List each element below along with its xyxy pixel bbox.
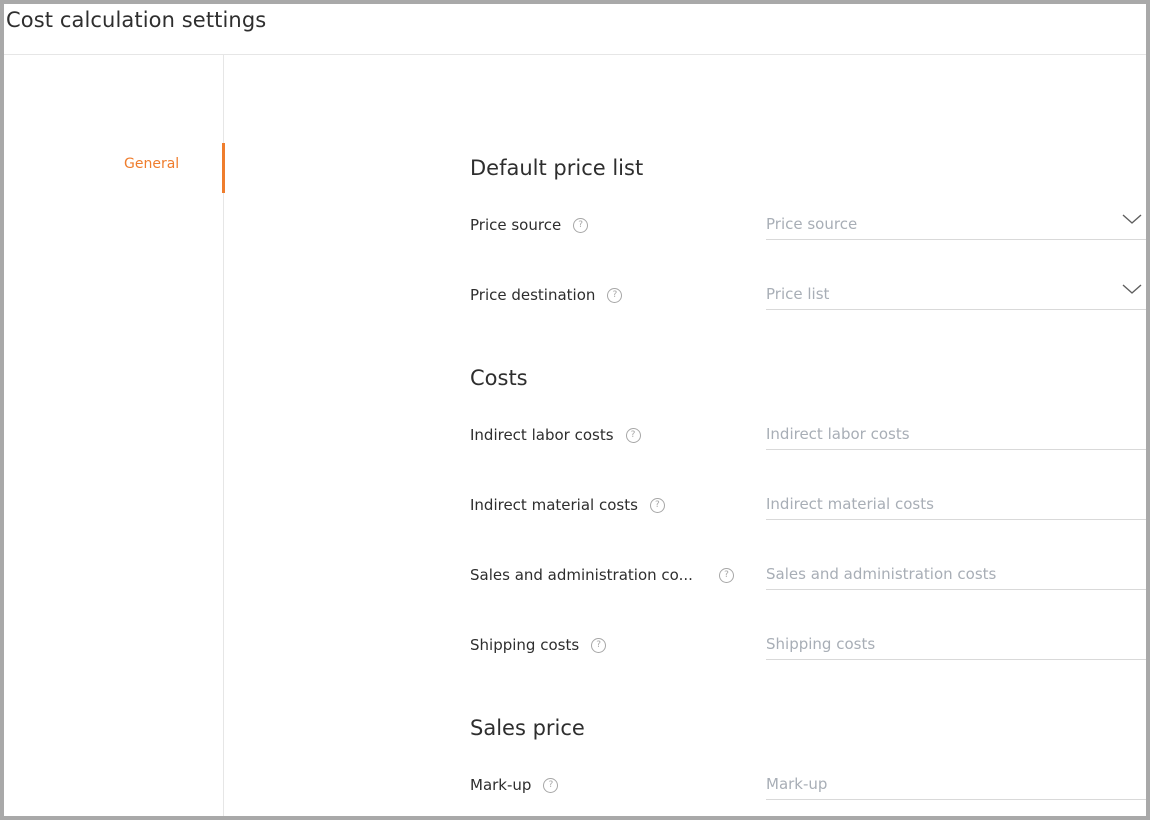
indirect-material-label-row: Indirect material costs ? <box>470 496 665 514</box>
shipping-field[interactable] <box>766 630 1146 660</box>
indirect-material-field[interactable] <box>766 490 1146 520</box>
markup-input[interactable] <box>766 770 1106 798</box>
indirect-labor-label-row: Indirect labor costs ? <box>470 426 641 444</box>
indirect-labor-field[interactable] <box>766 420 1146 450</box>
help-icon[interactable]: ? <box>573 217 589 233</box>
help-icon[interactable]: ? <box>719 568 734 583</box>
shipping-input[interactable] <box>766 630 1106 658</box>
page-title: Cost calculation settings <box>6 8 267 32</box>
sales-admin-label-row: Sales and administration co... <box>470 566 720 584</box>
price-destination-select[interactable] <box>766 280 1146 310</box>
price-destination-label: Price destination <box>470 286 596 304</box>
shipping-label-row: Shipping costs ? <box>470 636 607 654</box>
indirect-material-input[interactable] <box>766 490 1106 518</box>
markup-field[interactable] <box>766 770 1146 800</box>
sales-admin-label: Sales and administration co... <box>470 566 693 584</box>
section-title-costs: Costs <box>470 366 528 390</box>
sidebar-item-general[interactable]: General <box>124 156 224 172</box>
indirect-labor-label: Indirect labor costs <box>470 426 614 444</box>
markup-label-row: Mark-up ? <box>470 776 559 794</box>
title-divider <box>4 54 1146 55</box>
help-icon[interactable]: ? <box>649 497 665 513</box>
sales-admin-field[interactable] <box>766 560 1146 590</box>
indirect-labor-input[interactable] <box>766 420 1106 448</box>
price-destination-label-row: Price destination ? <box>470 286 623 304</box>
price-source-input[interactable] <box>766 210 1106 238</box>
shipping-label: Shipping costs <box>470 636 580 654</box>
sales-admin-input[interactable] <box>766 560 1106 588</box>
section-title-sales-price: Sales price <box>470 716 585 740</box>
chevron-down-icon[interactable] <box>1122 212 1142 226</box>
help-icon[interactable]: ? <box>543 777 559 793</box>
indirect-material-label: Indirect material costs <box>470 496 638 514</box>
price-source-select[interactable] <box>766 210 1146 240</box>
section-title-default-price-list: Default price list <box>470 156 644 180</box>
chevron-down-icon[interactable] <box>1122 282 1142 296</box>
markup-label: Mark-up <box>470 776 532 794</box>
active-nav-indicator <box>222 143 225 193</box>
settings-window: Cost calculation settings General Defaul… <box>4 4 1146 816</box>
help-icon[interactable]: ? <box>591 637 607 653</box>
price-source-label: Price source <box>470 216 562 234</box>
price-source-label-row: Price source ? <box>470 216 589 234</box>
help-icon[interactable]: ? <box>625 427 641 443</box>
help-icon[interactable]: ? <box>607 287 623 303</box>
price-destination-input[interactable] <box>766 280 1106 308</box>
